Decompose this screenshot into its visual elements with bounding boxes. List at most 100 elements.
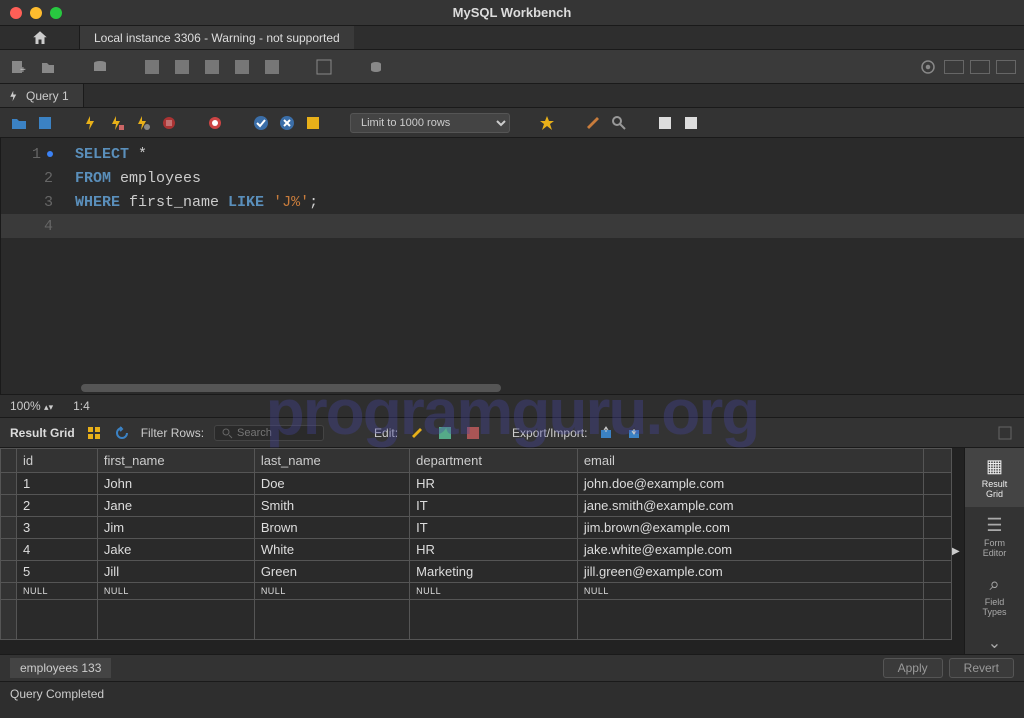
more-panels-icon[interactable]: ⌄ xyxy=(965,625,1024,661)
table-cell[interactable]: 3 xyxy=(17,517,98,539)
rollback-icon[interactable] xyxy=(278,114,296,132)
table-cell[interactable]: IT xyxy=(410,495,578,517)
bottom-panel-toggle[interactable] xyxy=(970,60,990,74)
apply-button[interactable]: Apply xyxy=(883,658,943,678)
open-sql-file-icon[interactable] xyxy=(38,57,58,77)
refresh-grid-icon[interactable] xyxy=(113,424,131,442)
col-header[interactable]: email xyxy=(577,449,923,473)
null-cell[interactable]: NULL xyxy=(410,583,578,600)
col-header[interactable]: first_name xyxy=(97,449,254,473)
minimize-window-icon[interactable] xyxy=(30,7,42,19)
autocommit-icon[interactable] xyxy=(304,114,322,132)
window-controls xyxy=(10,7,62,19)
table-row[interactable]: 2JaneSmithITjane.smith@example.com xyxy=(1,495,952,517)
server-status-icon[interactable] xyxy=(90,57,110,77)
add-row-icon[interactable] xyxy=(436,424,454,442)
horizontal-scrollbar[interactable] xyxy=(81,384,501,392)
invisible-chars-icon[interactable] xyxy=(682,114,700,132)
sql-editor[interactable]: 1 SELECT * 2 FROM employees 3 WHERE firs… xyxy=(0,138,1024,394)
table-cell[interactable]: Smith xyxy=(254,495,409,517)
table-cell[interactable]: jane.smith@example.com xyxy=(577,495,923,517)
field-types-panel[interactable]: ⌕ Field Types xyxy=(965,566,1024,625)
new-sql-tab-icon[interactable]: + xyxy=(8,57,28,77)
execute-icon[interactable] xyxy=(82,114,100,132)
table-row[interactable]: 4JakeWhiteHRjake.white@example.com xyxy=(1,539,952,561)
grid-view-icon[interactable] xyxy=(85,424,103,442)
table-cell[interactable]: jake.white@example.com xyxy=(577,539,923,561)
commit-icon[interactable] xyxy=(252,114,270,132)
table-cell[interactable]: Jim xyxy=(97,517,254,539)
table-cell[interactable]: John xyxy=(97,473,254,495)
execute-current-icon[interactable] xyxy=(108,114,126,132)
table-row-null[interactable]: NULLNULLNULLNULLNULL xyxy=(1,583,952,600)
schema-icon-3[interactable] xyxy=(202,57,222,77)
table-cell[interactable]: Green xyxy=(254,561,409,583)
table-cell[interactable]: Jake xyxy=(97,539,254,561)
col-header[interactable]: last_name xyxy=(254,449,409,473)
refresh-db-icon[interactable] xyxy=(366,57,386,77)
schema-icon-4[interactable] xyxy=(232,57,252,77)
settings-gear-icon[interactable] xyxy=(918,57,938,77)
expand-side-icon[interactable]: ▶ xyxy=(952,546,960,557)
row-limit-select[interactable]: Limit to 1000 rows xyxy=(350,113,510,133)
table-cell[interactable]: Doe xyxy=(254,473,409,495)
left-panel-toggle[interactable] xyxy=(944,60,964,74)
table-cell[interactable]: HR xyxy=(410,539,578,561)
wrap-cell-icon[interactable] xyxy=(996,424,1014,442)
save-file-icon[interactable] xyxy=(36,114,54,132)
null-cell[interactable]: NULL xyxy=(254,583,409,600)
edit-row-icon[interactable] xyxy=(408,424,426,442)
toggle-icon-1[interactable] xyxy=(206,114,224,132)
zoom-level[interactable]: 100% ▴▾ xyxy=(10,399,53,413)
table-cell[interactable]: IT xyxy=(410,517,578,539)
filter-input-wrap[interactable] xyxy=(214,425,324,441)
table-row[interactable]: 3JimBrownITjim.brown@example.com xyxy=(1,517,952,539)
table-cell[interactable]: jim.brown@example.com xyxy=(577,517,923,539)
home-tab[interactable] xyxy=(0,26,80,49)
revert-button[interactable]: Revert xyxy=(949,658,1014,678)
close-window-icon[interactable] xyxy=(10,7,22,19)
table-cell[interactable]: 2 xyxy=(17,495,98,517)
table-cell[interactable]: Brown xyxy=(254,517,409,539)
table-cell[interactable]: HR xyxy=(410,473,578,495)
null-cell[interactable]: NULL xyxy=(97,583,254,600)
result-tab[interactable]: employees 133 xyxy=(10,658,111,678)
table-cell[interactable]: john.doe@example.com xyxy=(577,473,923,495)
export-icon[interactable] xyxy=(597,424,615,442)
null-cell[interactable]: NULL xyxy=(17,583,98,600)
form-editor-panel[interactable]: ☰ Form Editor xyxy=(965,507,1024,566)
right-panel-toggle[interactable] xyxy=(996,60,1016,74)
col-header[interactable]: department xyxy=(410,449,578,473)
explain-icon[interactable] xyxy=(134,114,152,132)
table-cell[interactable]: White xyxy=(254,539,409,561)
schema-icon-5[interactable] xyxy=(262,57,282,77)
table-cell[interactable]: 1 xyxy=(17,473,98,495)
null-cell[interactable]: NULL xyxy=(577,583,923,600)
stop-icon[interactable] xyxy=(160,114,178,132)
import-icon[interactable] xyxy=(625,424,643,442)
schema-icon-2[interactable] xyxy=(172,57,192,77)
query-tab-1[interactable]: Query 1 xyxy=(0,84,84,107)
star-icon[interactable] xyxy=(538,114,556,132)
table-row[interactable]: 1JohnDoeHRjohn.doe@example.com xyxy=(1,473,952,495)
table-cell[interactable]: Marketing xyxy=(410,561,578,583)
dashboard-icon[interactable] xyxy=(314,57,334,77)
result-grid[interactable]: id first_name last_name department email… xyxy=(0,448,952,654)
table-cell[interactable]: jill.green@example.com xyxy=(577,561,923,583)
result-grid-panel[interactable]: ▦ Result Grid xyxy=(965,448,1024,507)
schema-icon-1[interactable] xyxy=(142,57,162,77)
table-cell[interactable]: 5 xyxy=(17,561,98,583)
col-header[interactable]: id xyxy=(17,449,98,473)
beautify-icon[interactable] xyxy=(584,114,602,132)
filter-input[interactable] xyxy=(237,427,307,439)
table-row[interactable]: 5JillGreenMarketingjill.green@example.co… xyxy=(1,561,952,583)
delete-row-icon[interactable] xyxy=(464,424,482,442)
table-cell[interactable]: Jane xyxy=(97,495,254,517)
table-cell[interactable]: 4 xyxy=(17,539,98,561)
maximize-window-icon[interactable] xyxy=(50,7,62,19)
find-icon[interactable] xyxy=(610,114,628,132)
wrap-icon[interactable] xyxy=(656,114,674,132)
connection-tab[interactable]: Local instance 3306 - Warning - not supp… xyxy=(80,26,354,49)
table-cell[interactable]: Jill xyxy=(97,561,254,583)
open-file-icon[interactable] xyxy=(10,114,28,132)
